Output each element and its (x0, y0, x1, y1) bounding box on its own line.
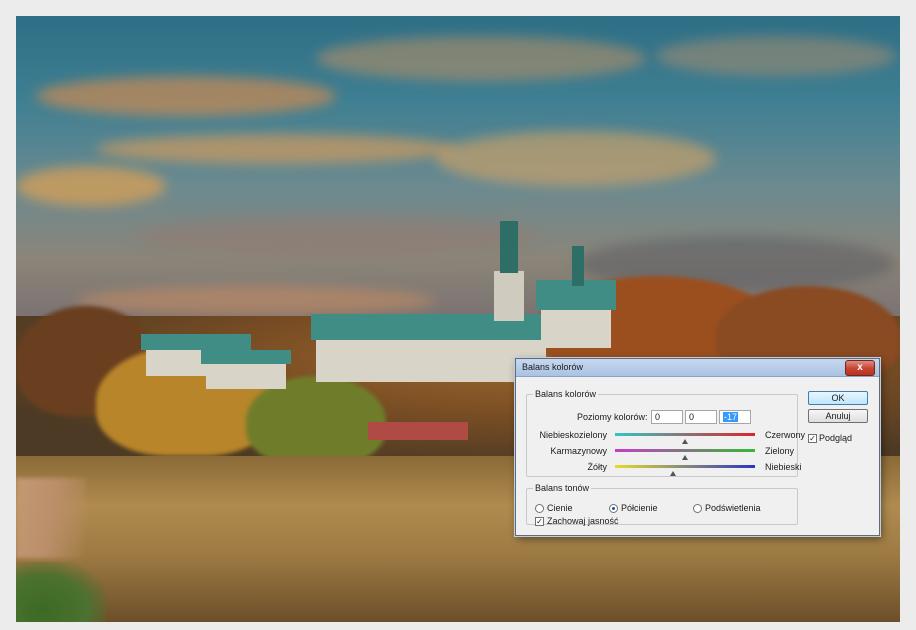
radio-shadows-label[interactable]: Cienie (547, 503, 573, 513)
slider-red-label: Czerwony (765, 430, 806, 440)
cloud (436, 131, 716, 186)
dialog-title: Balans kolorów (522, 362, 584, 372)
slider-yellow-label: Żółty (587, 462, 607, 472)
magenta-green-slider-thumb[interactable] (682, 455, 688, 460)
preserve-luminosity-checkbox[interactable]: ✓ (535, 517, 544, 526)
preserve-luminosity-label[interactable]: Zachowaj jasność (547, 516, 619, 526)
roof (141, 334, 251, 350)
preview-label[interactable]: Podgląd (819, 433, 852, 443)
cloud (76, 286, 436, 316)
cloud (656, 36, 896, 76)
radio-midtones[interactable] (609, 504, 618, 513)
building (316, 338, 546, 382)
cloud (316, 36, 646, 81)
cancel-button[interactable]: Anuluj (808, 409, 868, 423)
color-balance-legend: Balans kolorów (535, 389, 597, 399)
yellow-blue-slider[interactable] (615, 465, 755, 468)
magenta-green-slider[interactable] (615, 449, 755, 452)
yellow-blue-slider-thumb[interactable] (670, 471, 677, 476)
cloud (16, 166, 166, 206)
tone-balance-legend: Balans tonów (535, 483, 590, 493)
tree (246, 376, 386, 466)
building (541, 308, 611, 348)
radio-midtones-label[interactable]: Półcienie (621, 503, 658, 513)
dialog-titlebar[interactable]: Balans kolorów x (516, 359, 879, 377)
preview-checkbox[interactable]: ✓ (808, 434, 817, 443)
cyan-red-slider[interactable] (615, 433, 755, 436)
roof (201, 350, 291, 364)
radio-highlights[interactable] (693, 504, 702, 513)
slider-blue-label: Niebieski (765, 462, 802, 472)
dirt-path (16, 478, 86, 558)
ok-button[interactable]: OK (808, 391, 868, 405)
cyan-red-slider-thumb[interactable] (682, 439, 688, 444)
color-level-field-1[interactable]: 0 (651, 410, 683, 424)
close-button[interactable]: x (845, 360, 875, 376)
slider-magenta-label: Karmazynowy (550, 446, 607, 456)
tower-spire (572, 246, 584, 286)
color-level-field-3[interactable]: -17 (719, 410, 751, 424)
tower-spire (500, 221, 518, 273)
cloud (36, 76, 336, 116)
church-tower (494, 271, 524, 321)
cloud (96, 134, 456, 164)
radio-highlights-label[interactable]: Podświetlenia (705, 503, 761, 513)
building (206, 361, 286, 389)
cloud (136, 216, 536, 256)
slider-green-label: Zielony (765, 446, 795, 456)
green-grass (16, 562, 106, 622)
color-levels-label: Poziomy kolorów: (577, 412, 648, 422)
tone-balance-group: Balans tonów Cienie Półcienie Podświetle… (526, 483, 798, 526)
color-level-field-2[interactable]: 0 (685, 410, 717, 424)
color-balance-dialog: Balans kolorów x Balans kolorów Poziomy … (515, 358, 880, 536)
color-balance-group: Balans kolorów Poziomy kolorów: 0 0 -17 … (526, 389, 805, 477)
red-roof-house (368, 422, 468, 440)
slider-cyan-label: Niebieskozielony (539, 430, 607, 440)
radio-shadows[interactable] (535, 504, 544, 513)
